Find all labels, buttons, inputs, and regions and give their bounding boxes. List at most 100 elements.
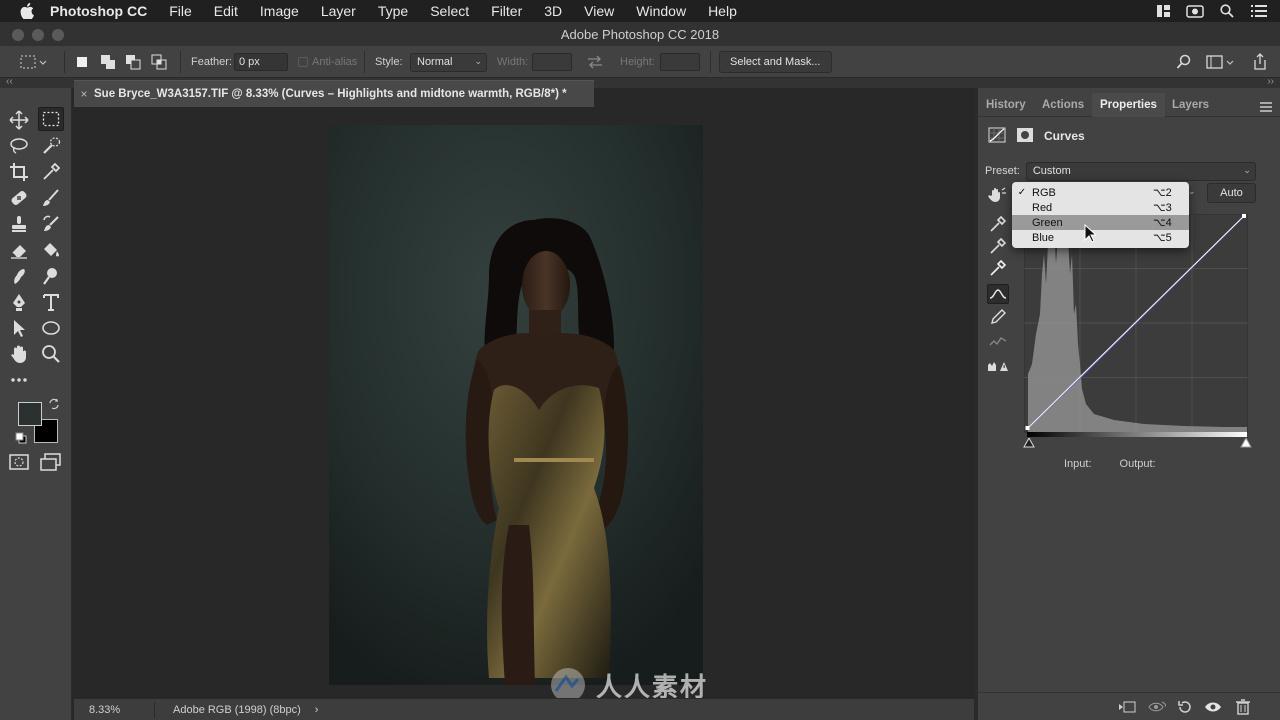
document-tab[interactable]: × Sue Bryce_W3A3157.TIF @ 8.33% (Curves … bbox=[74, 80, 594, 107]
tile-windows-icon[interactable] bbox=[1154, 3, 1172, 19]
spotlight-search-icon[interactable] bbox=[1218, 3, 1236, 19]
close-document-icon[interactable]: × bbox=[74, 87, 94, 101]
rectangular-marquee-tool-icon[interactable] bbox=[38, 107, 64, 131]
more-tools-icon[interactable] bbox=[6, 368, 32, 392]
black-point-eyedropper-icon[interactable] bbox=[987, 214, 1009, 234]
reset-adjustment-icon[interactable] bbox=[1176, 699, 1194, 715]
tab-actions[interactable]: Actions bbox=[1034, 93, 1092, 117]
subtract-from-selection-icon[interactable] bbox=[125, 46, 143, 78]
collapse-right-icon[interactable]: ›› bbox=[1267, 76, 1274, 87]
options-bar: Feather: 0 px Anti-alias Style: Normal ⌄… bbox=[0, 46, 1280, 78]
canvas-area[interactable] bbox=[74, 107, 974, 698]
on-image-adjust-icon[interactable] bbox=[987, 185, 1009, 205]
draw-curve-pencil-icon[interactable] bbox=[987, 307, 1009, 327]
search-icon[interactable] bbox=[1176, 46, 1192, 78]
antialias-checkbox[interactable]: Anti-alias bbox=[298, 46, 357, 78]
type-tool-icon[interactable] bbox=[38, 290, 64, 314]
menu-item-green[interactable]: Green ⌥4 bbox=[1012, 215, 1189, 230]
menu-item-shortcut: ⌥5 bbox=[1153, 232, 1172, 244]
screen-mode-icon[interactable] bbox=[38, 450, 64, 474]
history-brush-tool-icon[interactable] bbox=[38, 212, 64, 236]
share-icon[interactable] bbox=[1252, 46, 1268, 78]
default-colors-icon[interactable] bbox=[15, 432, 27, 447]
apple-icon[interactable] bbox=[18, 0, 36, 22]
status-menu-arrow[interactable]: › bbox=[315, 704, 319, 716]
chevron-down-icon: ⌄ bbox=[1188, 186, 1196, 196]
preset-select[interactable]: Custom ⌄ bbox=[1025, 161, 1256, 181]
menu-window[interactable]: Window bbox=[625, 0, 697, 22]
menu-edit[interactable]: Edit bbox=[203, 0, 249, 22]
select-and-mask-button[interactable]: Select and Mask... bbox=[719, 51, 832, 73]
delete-adjustment-icon[interactable] bbox=[1234, 699, 1252, 715]
pen-tool-icon[interactable] bbox=[6, 290, 32, 314]
menu-layer[interactable]: Layer bbox=[310, 0, 367, 22]
quick-selection-tool-icon[interactable] bbox=[38, 134, 64, 158]
height-input[interactable] bbox=[660, 53, 700, 71]
toggle-visibility-icon[interactable] bbox=[1204, 699, 1222, 715]
preset-value: Custom bbox=[1032, 164, 1071, 177]
clone-stamp-tool-icon[interactable] bbox=[6, 212, 32, 236]
menu-item-red[interactable]: Red ⌥3 bbox=[1012, 200, 1189, 215]
menu-app-name[interactable]: Photoshop CC bbox=[50, 0, 158, 22]
panel-menu-icon[interactable] bbox=[1260, 102, 1272, 112]
intersect-selection-icon[interactable] bbox=[151, 46, 169, 78]
collapse-left-icon[interactable]: ‹‹ bbox=[6, 76, 13, 87]
style-select[interactable]: Normal ⌄ bbox=[410, 52, 487, 72]
workspace-switcher-icon[interactable] bbox=[1206, 46, 1236, 78]
tab-properties[interactable]: Properties bbox=[1092, 93, 1165, 117]
eyedropper-tool-icon[interactable] bbox=[38, 160, 64, 184]
crop-tool-icon[interactable] bbox=[6, 160, 32, 184]
menu-help[interactable]: Help bbox=[697, 0, 748, 22]
menu-file[interactable]: File bbox=[158, 0, 203, 22]
style-label: Style: bbox=[375, 56, 403, 68]
menu-3d[interactable]: 3D bbox=[533, 0, 573, 22]
menu-view[interactable]: View bbox=[573, 0, 625, 22]
smooth-curve-icon[interactable] bbox=[987, 330, 1009, 350]
clip-to-layer-icon[interactable] bbox=[1118, 699, 1136, 715]
move-tool-icon[interactable] bbox=[6, 108, 32, 132]
feather-input[interactable]: 0 px bbox=[234, 53, 288, 71]
brush-tool-icon[interactable] bbox=[38, 186, 64, 210]
layer-mask-icon[interactable] bbox=[1016, 127, 1034, 146]
screen-record-icon[interactable] bbox=[1186, 3, 1204, 19]
menu-filter[interactable]: Filter bbox=[480, 0, 533, 22]
notification-center-icon[interactable] bbox=[1250, 3, 1268, 19]
white-point-eyedropper-icon[interactable] bbox=[987, 258, 1009, 278]
zoom-level[interactable]: 8.33% bbox=[89, 704, 154, 716]
curve-points-tool-icon[interactable] bbox=[987, 284, 1009, 304]
menu-item-rgb[interactable]: ✓ RGB ⌥2 bbox=[1012, 185, 1189, 200]
gray-point-eyedropper-icon[interactable] bbox=[987, 236, 1009, 256]
feather-label: Feather: bbox=[191, 56, 232, 68]
menu-image[interactable]: Image bbox=[249, 0, 310, 22]
zoom-tool-icon[interactable] bbox=[38, 342, 64, 366]
view-previous-state-icon[interactable] bbox=[1148, 699, 1166, 715]
new-selection-icon[interactable] bbox=[74, 46, 90, 78]
black-point-slider[interactable] bbox=[1023, 436, 1035, 451]
width-input[interactable] bbox=[532, 53, 572, 71]
tool-preset-picker[interactable] bbox=[18, 46, 48, 78]
foreground-color-swatch[interactable] bbox=[18, 402, 42, 426]
menu-type[interactable]: Type bbox=[367, 0, 419, 22]
menu-item-blue[interactable]: Blue ⌥5 bbox=[1012, 230, 1189, 245]
white-point-slider[interactable] bbox=[1240, 436, 1252, 451]
menu-select[interactable]: Select bbox=[419, 0, 480, 22]
add-to-selection-icon[interactable] bbox=[100, 46, 118, 78]
smudge-tool-icon[interactable] bbox=[6, 264, 32, 288]
auto-button[interactable]: Auto bbox=[1207, 183, 1256, 203]
eraser-tool-icon[interactable] bbox=[6, 238, 32, 262]
tab-layers[interactable]: Layers bbox=[1164, 93, 1217, 117]
quick-mask-icon[interactable] bbox=[6, 450, 32, 474]
tab-history[interactable]: History bbox=[978, 93, 1034, 117]
swap-colors-icon[interactable] bbox=[48, 398, 60, 413]
path-selection-tool-icon[interactable] bbox=[6, 316, 32, 340]
hand-tool-icon[interactable] bbox=[6, 342, 32, 366]
clipping-warning-icon[interactable] bbox=[987, 356, 1009, 376]
paint-bucket-tool-icon[interactable] bbox=[38, 238, 64, 262]
ellipse-tool-icon[interactable] bbox=[38, 316, 64, 340]
dodge-tool-icon[interactable] bbox=[38, 264, 64, 288]
panel-footer bbox=[978, 692, 1280, 720]
lasso-tool-icon[interactable] bbox=[6, 134, 32, 158]
healing-brush-tool-icon[interactable] bbox=[6, 186, 32, 210]
photo-canvas[interactable] bbox=[329, 125, 703, 685]
swap-width-height-icon[interactable] bbox=[586, 46, 604, 78]
